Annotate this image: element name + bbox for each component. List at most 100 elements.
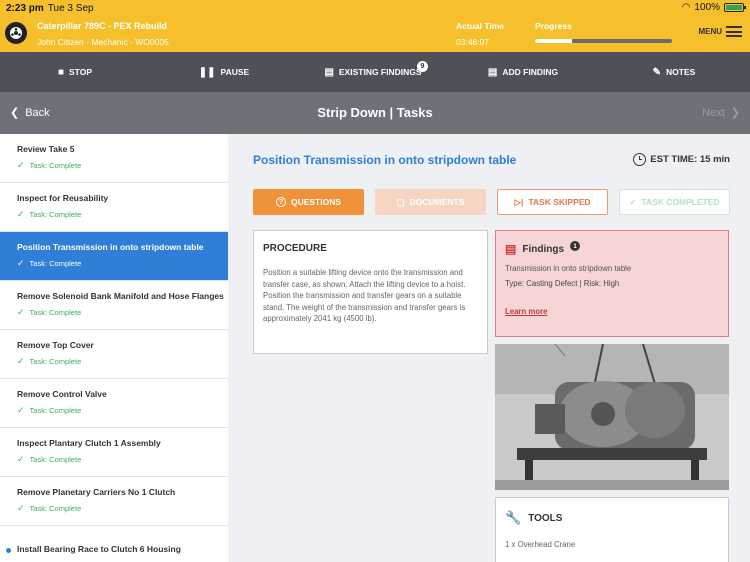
actual-time-label: Actual Time xyxy=(456,21,505,31)
action-toolbar: ■ STOP ❚❚ PAUSE ▤ EXISTING FINDINGS 9 ▤ … xyxy=(0,52,750,92)
cog-wheel-icon[interactable] xyxy=(5,22,27,44)
pause-icon: ❚❚ xyxy=(198,66,216,78)
findings-card: ▤ Findings 1 Transmission in onto stripd… xyxy=(495,230,729,337)
skip-icon: ▷| xyxy=(514,196,524,207)
finding-type-risk: Type: Casting Defect | Risk: High xyxy=(505,279,620,288)
actual-time-value: 03:46:07 xyxy=(456,37,490,47)
task-list-item[interactable]: Remove Solenoid Bank Manifold and Hose F… xyxy=(0,281,228,330)
status-right: ◠ 100% xyxy=(681,2,746,13)
transmission-photo[interactable] xyxy=(495,344,729,490)
task-status-text: Task: Complete xyxy=(29,455,82,464)
task-status-text: Task: Complete xyxy=(29,406,82,415)
check-icon: ✓ xyxy=(17,454,25,464)
asset-title: Caterpillar 789C - PEX Rebuild xyxy=(37,21,168,31)
task-name: Position Transmission in onto stripdown … xyxy=(17,242,204,252)
learn-more-link[interactable]: Learn more xyxy=(505,307,719,316)
est-time-text: EST TIME: 15 min xyxy=(650,154,730,165)
task-list-item[interactable]: Remove Control Valve ✓ Task: Complete xyxy=(0,379,228,428)
edit-note-icon: ✎ xyxy=(652,66,662,78)
barrier-icon: ▤ xyxy=(487,66,498,78)
finding-description: Transmission in onto stripdown table xyxy=(505,264,632,273)
status-clock: 2:23 pm xyxy=(6,3,44,14)
existing-findings-button[interactable]: ▤ EXISTING FINDINGS 9 xyxy=(298,52,448,92)
status-date: Tue 3 Sep xyxy=(47,3,94,14)
task-status-text: Task: Complete xyxy=(29,161,82,170)
page-title: Strip Down | Tasks xyxy=(317,105,433,120)
stop-label: STOP xyxy=(69,67,93,77)
check-icon: ✓ xyxy=(17,405,25,415)
task-status: ✓ Task: Complete xyxy=(17,160,228,171)
task-list-item[interactable]: Inspect Plantary Clutch 1 Assembly ✓ Task… xyxy=(0,428,228,477)
app-header: 2:23 pm Tue 3 Sep ◠ 100% Caterpillar 789C… xyxy=(0,0,750,52)
nav-bar: ❮ Back Strip Down | Tasks Next ❯ xyxy=(0,92,750,134)
procedure-text: Position a suitable lifting device onto … xyxy=(263,268,466,323)
task-status-text: Task: Complete xyxy=(29,504,82,513)
stop-button[interactable]: ■ STOP xyxy=(0,52,150,92)
findings-header: ▤ Findings 1 xyxy=(505,241,719,256)
progress-label: Progress xyxy=(535,21,572,31)
documents-button[interactable]: ▢ DOCUMENTS xyxy=(375,189,486,215)
question-circle-icon: ? xyxy=(275,197,286,207)
task-status-text: Task: Complete xyxy=(29,308,82,317)
status-time: 2:23 pm Tue 3 Sep xyxy=(6,3,94,14)
task-status: ✓ Task: Complete xyxy=(17,356,228,367)
chevron-right-icon: ❯ xyxy=(730,107,740,119)
menu-button[interactable]: MENU xyxy=(698,26,742,37)
task-name: Remove Solenoid Bank Manifold and Hose F… xyxy=(17,291,224,301)
findings-heading: Findings xyxy=(522,243,565,255)
next-button[interactable]: Next ❯ xyxy=(702,106,740,120)
add-finding-label: ADD FINDING xyxy=(502,67,559,77)
est-time: EST TIME: 15 min xyxy=(633,153,730,166)
document-icon: ▢ xyxy=(396,196,405,207)
notes-button[interactable]: ✎ NOTES xyxy=(598,52,750,92)
battery-percent: 100% xyxy=(694,2,720,13)
progress-bar xyxy=(535,39,672,43)
task-status: ✓ Task: Complete xyxy=(17,258,228,269)
task-name: Review Take 5 xyxy=(17,144,75,154)
task-status: ✓ Task: Complete xyxy=(17,503,228,514)
task-list-item[interactable]: Remove Planetary Carriers No 1 Clutch ✓ T… xyxy=(0,477,228,526)
battery-icon xyxy=(724,3,746,12)
task-status: ✓ Task: Complete xyxy=(17,405,228,416)
wifi-icon: ◠ xyxy=(681,2,691,13)
task-completed-label: TASK COMPLETED xyxy=(641,197,720,207)
transmission-illustration xyxy=(495,344,729,490)
task-status: ✓ Task: Complete xyxy=(17,454,228,465)
check-icon: ✓ xyxy=(17,209,25,219)
existing-findings-label: EXISTING FINDINGS xyxy=(338,67,422,77)
tools-card: 🔧 TOOLS 1 x Overhead Crane xyxy=(495,497,729,562)
task-list-item[interactable]: Inspect for Reusability ✓ Task: Complete xyxy=(0,183,228,232)
task-skipped-label: TASK SKIPPED xyxy=(528,197,591,207)
asset-subtitle: John Citizen - Mechanic - WO0005 xyxy=(37,37,169,47)
documents-label: DOCUMENTS xyxy=(409,197,465,207)
procedure-heading: PROCEDURE xyxy=(263,243,327,254)
task-name: Remove Planetary Carriers No 1 Clutch xyxy=(17,487,176,497)
add-finding-button[interactable]: ▤ ADD FINDING xyxy=(448,52,598,92)
tools-header: 🔧 TOOLS xyxy=(505,510,719,526)
task-name: Remove Control Valve xyxy=(17,389,107,399)
tools-heading: TOOLS xyxy=(528,512,563,524)
current-task-dot xyxy=(6,548,11,553)
task-list-item-current[interactable]: Install Bearing Race to Clutch 6 Housing xyxy=(0,526,228,562)
check-icon: ✓ xyxy=(629,196,637,207)
task-list-item[interactable]: Review Take 5 ✓ Task: Complete xyxy=(0,134,228,183)
task-skipped-button[interactable]: ▷| TASK SKIPPED xyxy=(497,189,608,215)
check-icon: ✓ xyxy=(17,356,25,366)
task-status-text: Task: Complete xyxy=(29,357,82,366)
check-icon: ✓ xyxy=(17,503,25,513)
task-completed-button[interactable]: ✓ TASK COMPLETED xyxy=(619,189,730,215)
task-sidebar: Review Take 5 ✓ Task: Complete Inspect fo… xyxy=(0,134,228,562)
questions-label: QUESTIONS xyxy=(290,197,342,207)
task-status-text: Task: Complete xyxy=(29,259,82,268)
hamburger-icon xyxy=(726,26,742,37)
task-list-item-selected[interactable]: Position Transmission in onto stripdown … xyxy=(0,232,228,281)
barrier-icon: ▤ xyxy=(505,242,517,256)
task-status: ✓ Task: Complete xyxy=(17,307,228,318)
task-name: Install Bearing Race to Clutch 6 Housing xyxy=(17,544,181,554)
pause-button[interactable]: ❚❚ PAUSE xyxy=(150,52,298,92)
check-icon: ✓ xyxy=(17,258,25,268)
questions-button[interactable]: ? QUESTIONS xyxy=(253,189,364,215)
task-name: Inspect Plantary Clutch 1 Assembly xyxy=(17,438,161,448)
stop-square-icon: ■ xyxy=(57,66,65,78)
task-list-item[interactable]: Remove Top Cover ✓ Task: Complete xyxy=(0,330,228,379)
